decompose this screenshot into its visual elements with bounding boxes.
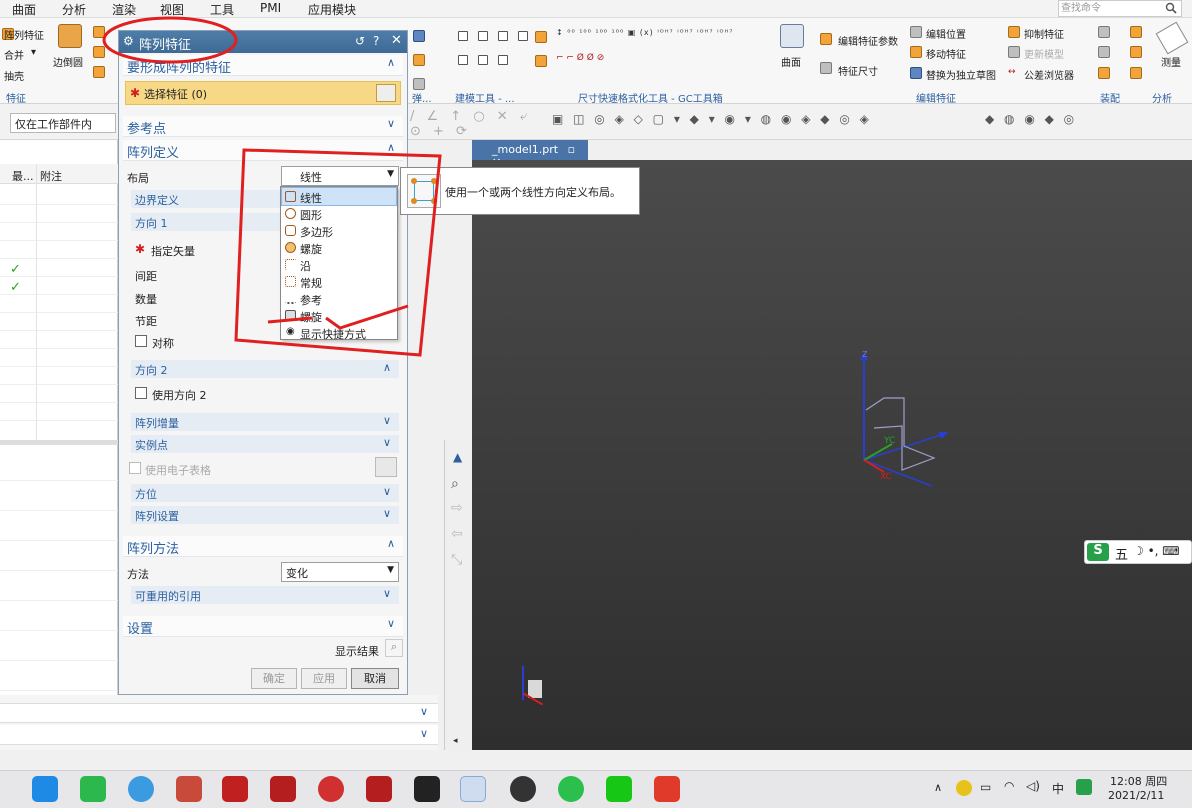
tray-app-icon[interactable]	[956, 780, 972, 796]
sogou-tray-icon[interactable]	[1076, 779, 1092, 795]
battery-icon[interactable]: ▭	[980, 780, 991, 794]
red-annotation-overlay	[102, 16, 442, 357]
taskbar-time[interactable]: 12:08 周四	[1110, 773, 1167, 789]
app-globe-icon[interactable]	[128, 776, 154, 802]
app-k-icon[interactable]	[32, 776, 58, 802]
nx-icon[interactable]	[270, 776, 296, 802]
nx-icon[interactable]	[366, 776, 392, 802]
app-mascot-icon[interactable]	[654, 776, 680, 802]
browser-icon[interactable]	[558, 776, 584, 802]
app-dark-icon[interactable]	[414, 776, 440, 802]
wifi-icon[interactable]: ◠	[1004, 779, 1014, 793]
volume-icon[interactable]: ◁)	[1026, 779, 1040, 793]
iqiyi-icon[interactable]	[606, 776, 632, 802]
wechat-icon[interactable]	[80, 776, 106, 802]
tray-chevron-icon[interactable]: ∧	[934, 781, 942, 794]
ime-language-indicator[interactable]: 中	[1052, 780, 1064, 797]
3d-app-icon[interactable]	[176, 776, 202, 802]
app-red-icon[interactable]	[318, 776, 344, 802]
active-app-icon[interactable]	[460, 776, 486, 802]
taskbar-date[interactable]: 2021/2/11	[1108, 789, 1164, 802]
media-player-icon[interactable]	[510, 776, 536, 802]
autocad-icon[interactable]	[222, 776, 248, 802]
